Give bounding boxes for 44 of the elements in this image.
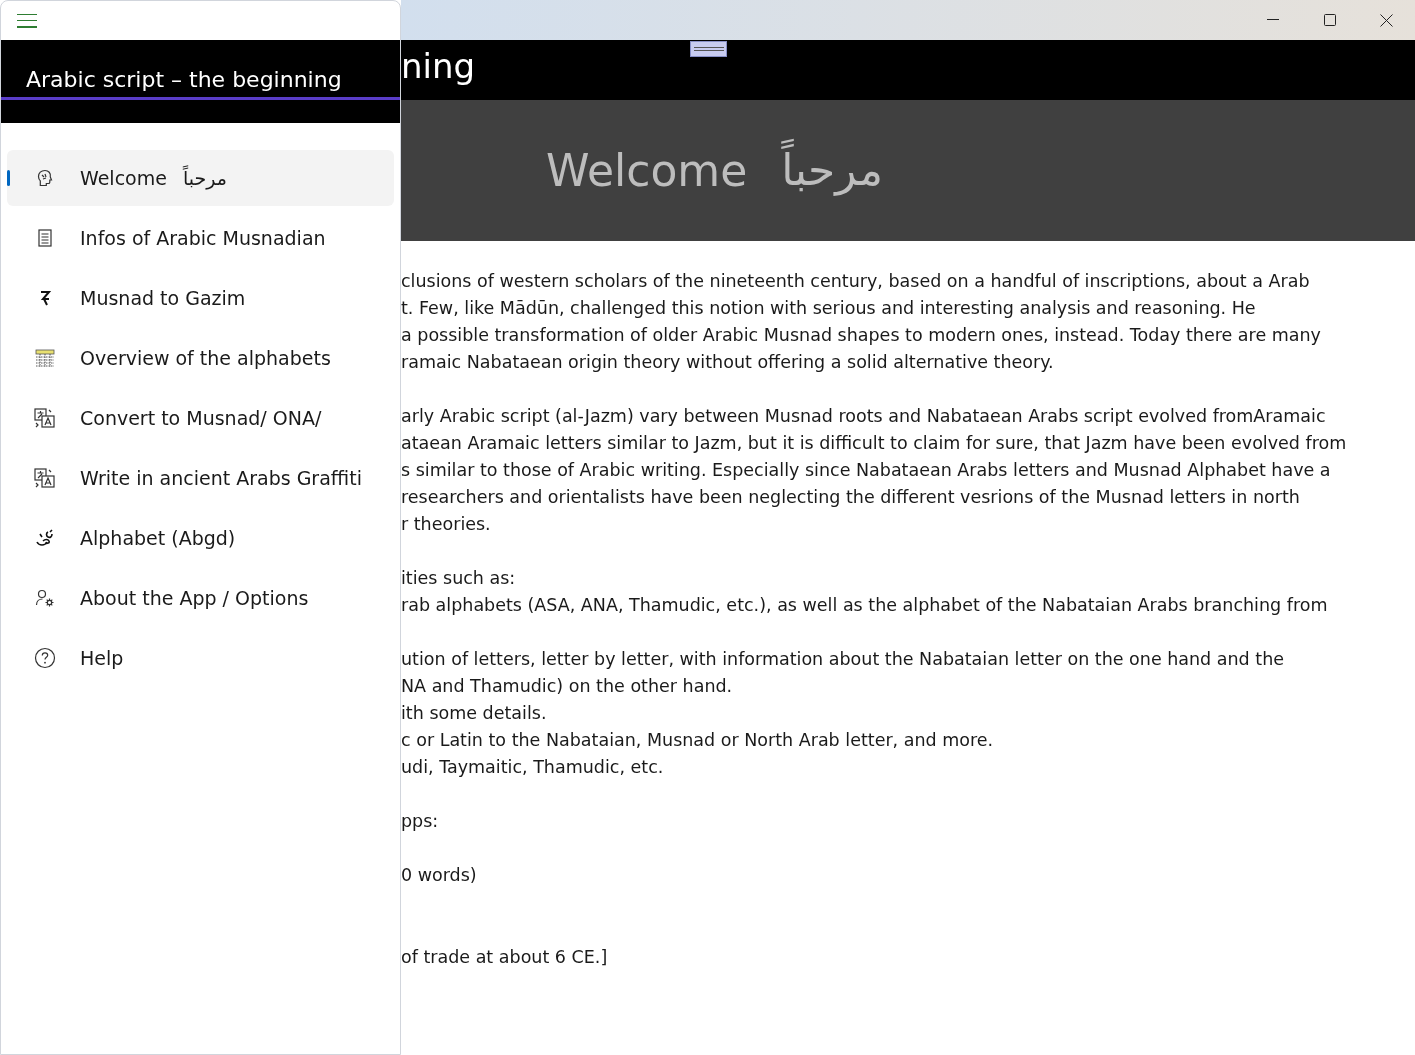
nav-item-label: Welcome: [80, 165, 167, 191]
nav-item-label: Alphabet (Abgd): [80, 525, 236, 551]
menu-icon[interactable]: [17, 13, 37, 28]
nav-item-label: Convert to Musnad/ ONA/: [80, 405, 322, 431]
body-text-line: rab alphabets (ASA, ANA, Thamudic, etc.), as well as the alphabet of the Nabataian Arabs branching from: [401, 594, 1329, 617]
body-text-line: ution of letters, letter by letter, with information about the Nabataian letter on the one hand and the: [401, 648, 1285, 671]
banner-arabic-title: مرحباً: [781, 135, 883, 206]
body-text-line: of trade at about 6 CE.]: [401, 946, 609, 969]
body-text-line: udi, Taymaitic, Thamudic, etc.: [401, 756, 665, 779]
body-text-line: t. Few, like Mādūn, challenged this notion with serious and interesting analysis and reasoning. He: [401, 297, 1257, 320]
body-text-line: ities such as:: [401, 567, 517, 590]
body-text-line: r theories.: [401, 513, 492, 536]
translate-icon: [33, 468, 56, 488]
calligraphy-icon: [34, 528, 55, 548]
body-text-line: pps:: [401, 810, 440, 833]
nav-item-label: About the App / Options: [80, 585, 309, 611]
body-text-line: s similar to those of Arabic writing. Especially since Nabataean Arabs letters and Musnad Alphabet have a: [401, 459, 1332, 482]
translate-icon: [33, 408, 56, 428]
body-text-line: a possible transformation of older Arabic Musnad shapes to modern ones, instead. Today there are many: [401, 324, 1322, 347]
person-gear-icon: [34, 588, 55, 608]
list-icon: [37, 229, 52, 247]
help-icon: [33, 647, 56, 669]
body-text-line: ith some details.: [401, 702, 548, 725]
banner-title: Welcome: [546, 148, 748, 193]
nav-item-label: Write in ancient Arabs Graffiti: [80, 465, 362, 491]
page-title: ning: [401, 49, 476, 83]
body-text-line: 0 words): [401, 864, 478, 887]
body-text-line: c or Latin to the Nabataian, Musnad or North Arab letter, and more.: [401, 729, 995, 752]
drag-handle[interactable]: [690, 41, 727, 57]
body-text-line: clusions of western scholars of the nineteenth century, based on a handful of inscriptions, about a Arab: [401, 270, 1311, 293]
body-text-line: NA and Thamudic) on the other hand.: [401, 675, 734, 698]
head-icon: [35, 169, 54, 187]
selection-indicator: [7, 170, 10, 186]
nav-item-label: Overview of the alphabets: [80, 345, 331, 371]
body-text-line: ataean Aramaic letters similar to Jazm, but it is difficult to claim for sure, that Jazm have been evolved from: [401, 432, 1348, 455]
body-text-line: arly Arabic script (al-Jazm) vary between Musnad roots and Nabataean Arabs script evolved fromAramaic: [401, 405, 1327, 428]
app-title: Arabic script – the beginning: [26, 69, 342, 91]
body-text-line: researchers and orientalists have been neglecting the different vesrions of the Musnad letters in north: [401, 486, 1301, 509]
nav-item-arabic-label: مرحباً: [182, 164, 227, 192]
table-icon: [34, 349, 55, 367]
nav-item-label: Help: [80, 645, 124, 671]
nav-item-label: Infos of Arabic Musnadian: [80, 225, 326, 251]
nav-item-label: Musnad to Gazim: [80, 285, 246, 311]
body-text-line: ramaic Nabataean origin theory without offering a solid alternative theory.: [401, 351, 1055, 374]
